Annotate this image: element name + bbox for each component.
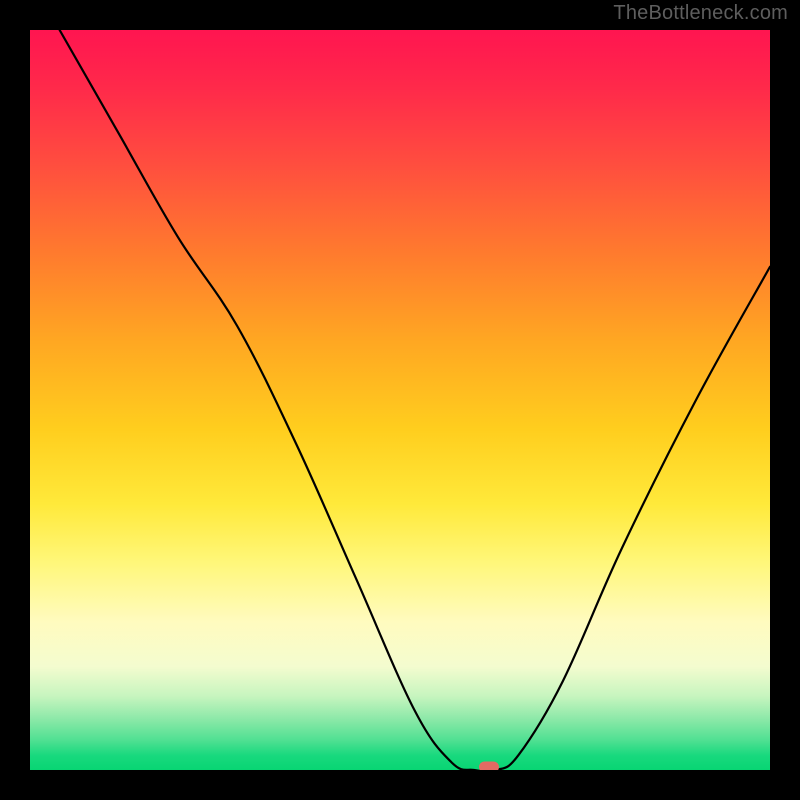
plot-area [30, 30, 770, 770]
watermark-text: TheBottleneck.com [613, 2, 788, 25]
minimum-marker [479, 762, 499, 771]
bottleneck-curve [60, 30, 770, 770]
curve-layer [30, 30, 770, 770]
chart-frame: TheBottleneck.com [0, 0, 800, 800]
